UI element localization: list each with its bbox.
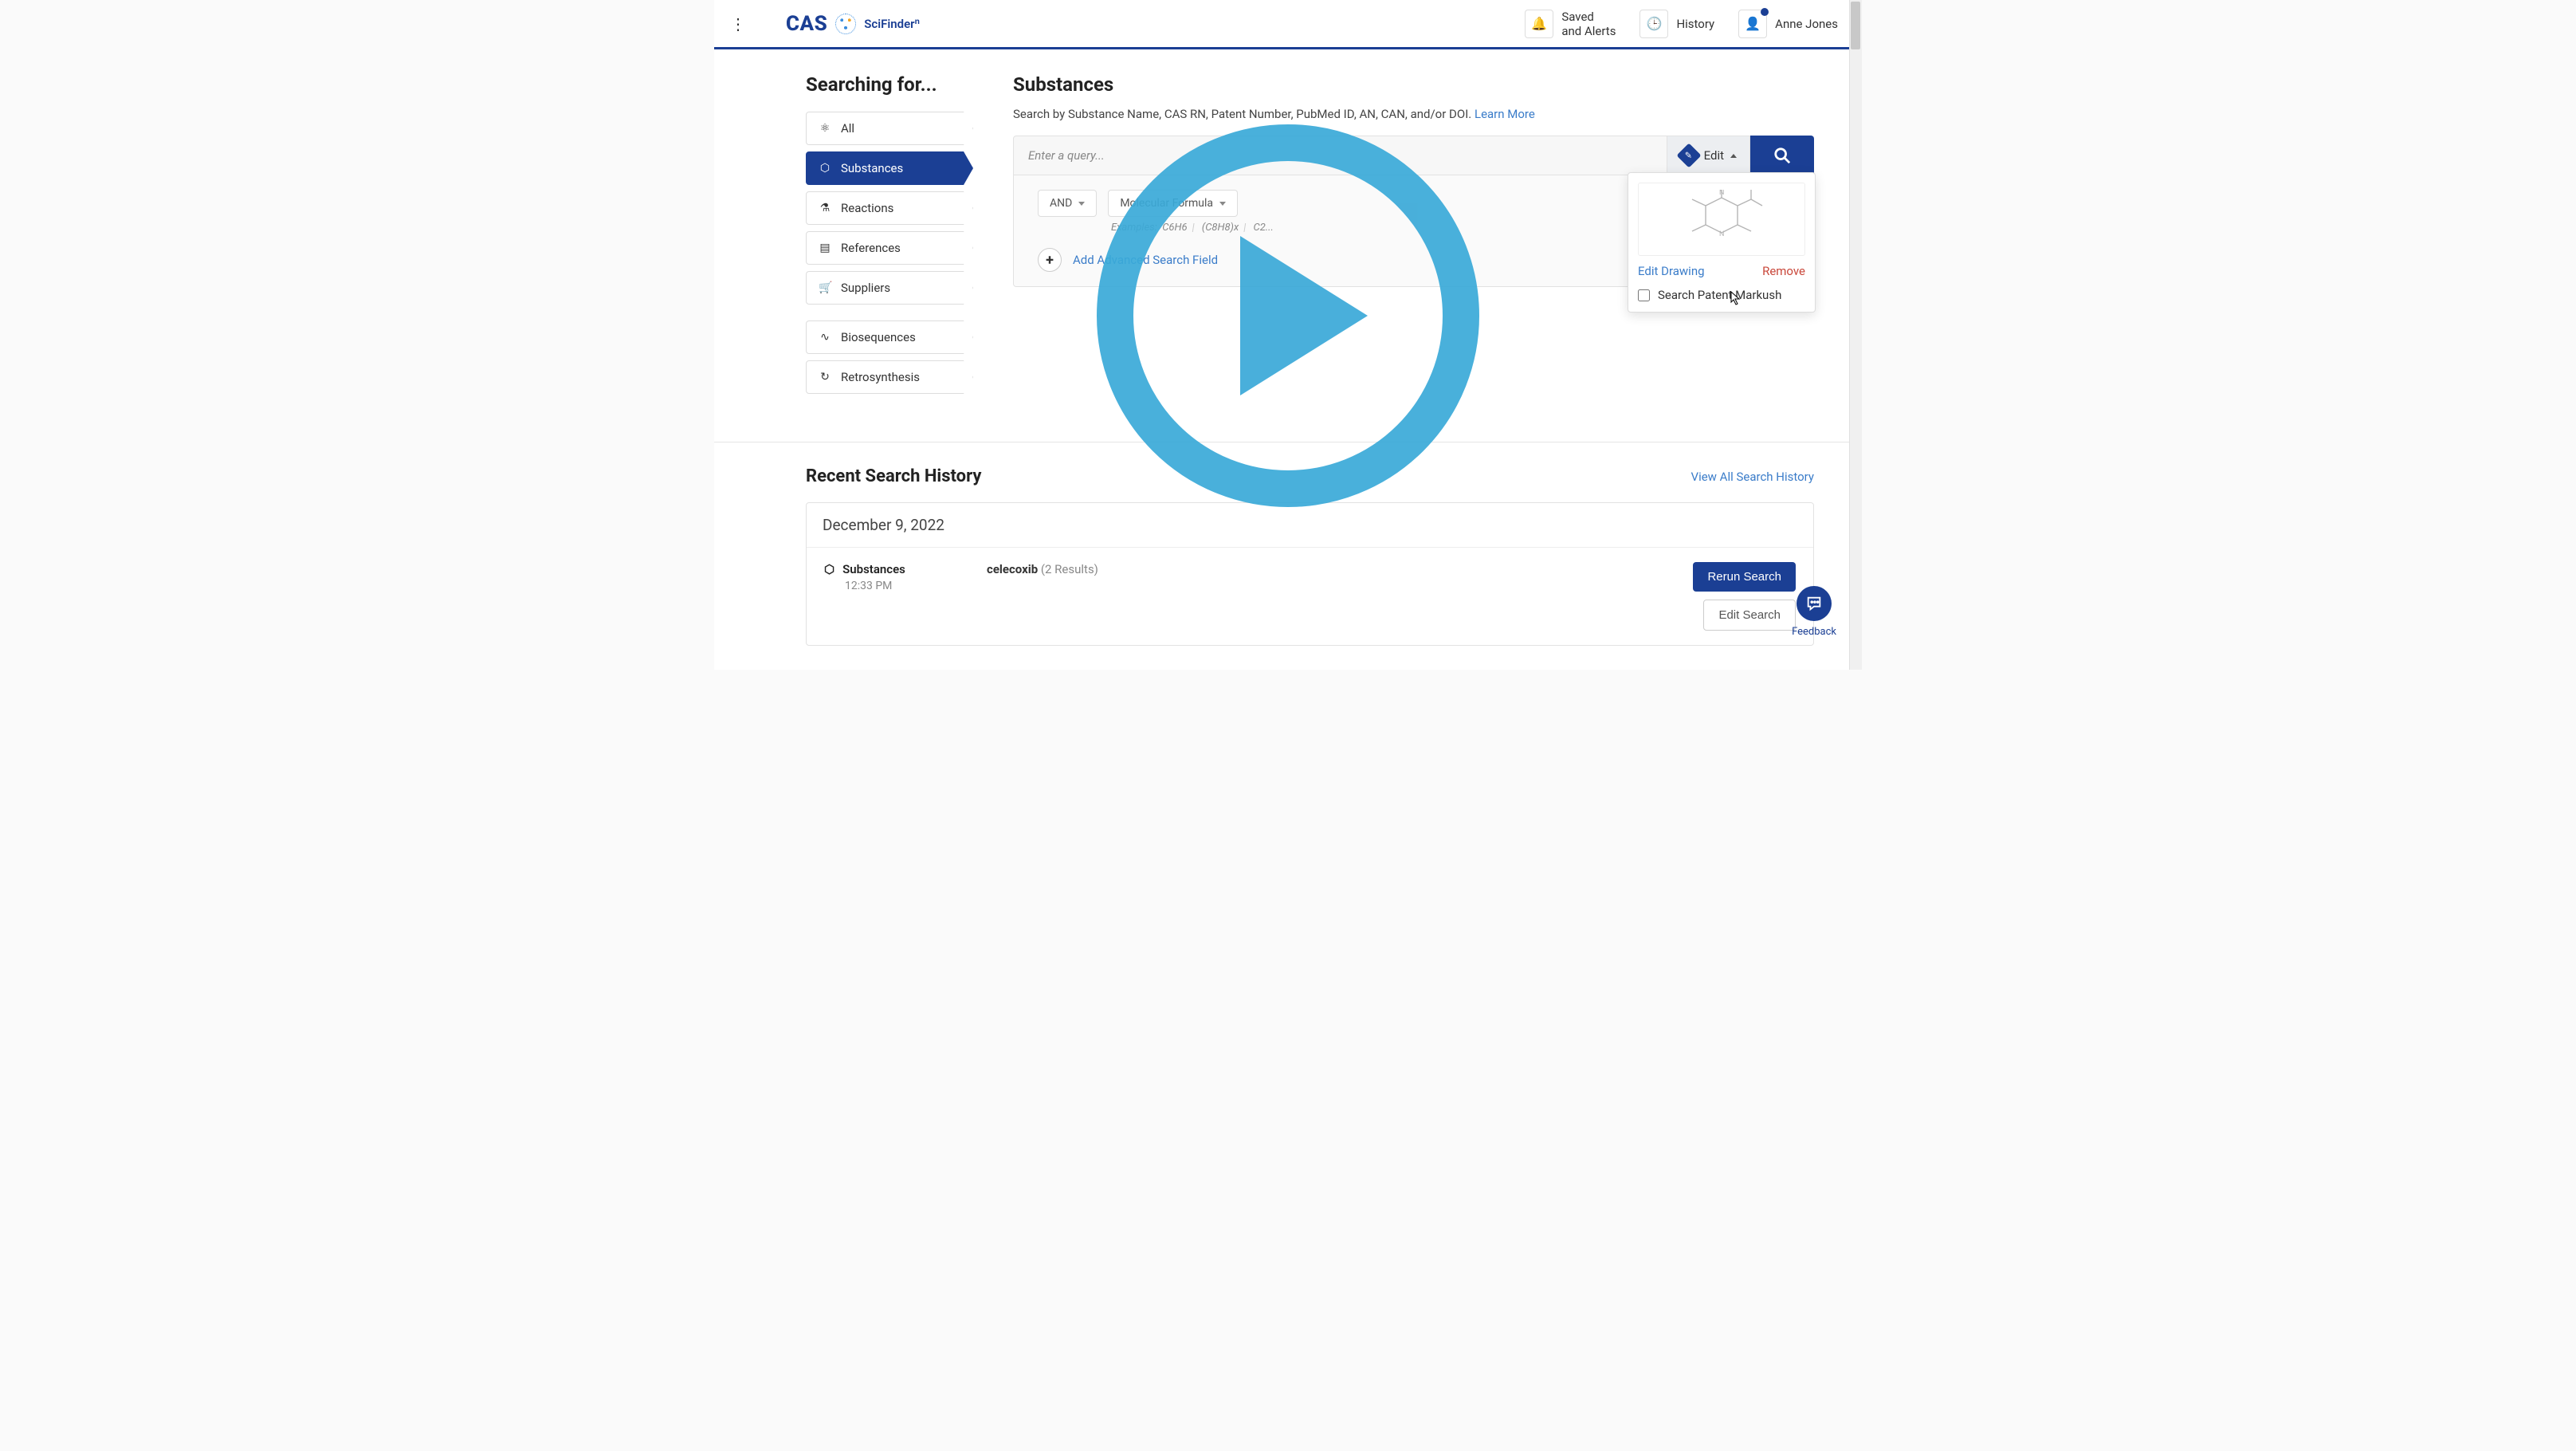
history-section: Recent Search History View All Search Hi… [714, 442, 1862, 670]
history-time: 12:33 PM [845, 580, 968, 592]
edit-drawing-link[interactable]: Edit Drawing [1638, 264, 1705, 278]
sidebar-item-label: Reactions [841, 201, 893, 215]
cursor-icon [1730, 291, 1742, 305]
sidebar-item-label: All [841, 121, 854, 136]
history-date: December 9, 2022 [807, 503, 1813, 548]
saved-alerts-label: Saved and Alerts [1561, 10, 1616, 38]
caret-down-icon [1078, 202, 1085, 206]
svg-text:N: N [1719, 190, 1724, 197]
retro-icon: ↻ [819, 371, 831, 383]
history-type: ⬡ Substances [824, 562, 968, 576]
clock-icon: 🕒 [1639, 10, 1668, 38]
sidebar-item-biosequences[interactable]: ∿ Biosequences [806, 320, 973, 354]
history-query: celecoxib (2 Results) [987, 562, 1674, 576]
sidebar-title: Searching for... [806, 73, 973, 96]
plus-icon: + [1038, 248, 1062, 272]
markush-checkbox[interactable]: Search Patent Markush [1638, 288, 1805, 302]
feedback-button[interactable]: Feedback [1792, 586, 1836, 638]
search-input[interactable]: Enter a query... [1013, 136, 1667, 175]
logo[interactable]: CAS SciFinderⁿ [786, 12, 920, 36]
sidebar-item-retrosynthesis[interactable]: ↻ Retrosynthesis [806, 360, 973, 394]
edit-search-button[interactable]: Edit Search [1703, 600, 1796, 631]
bell-icon: 🔔 [1525, 10, 1553, 38]
sidebar-item-all[interactable]: ⚛ All [806, 112, 973, 145]
logo-text: CAS [786, 12, 827, 36]
sidebar-item-suppliers[interactable]: 🛒 Suppliers [806, 271, 973, 305]
main-panel: Substances Search by Substance Name, CAS… [1013, 73, 1814, 410]
sidebar-item-label: Suppliers [841, 281, 890, 295]
remove-drawing-link[interactable]: Remove [1762, 264, 1805, 278]
field-type-dropdown[interactable]: Molecular Formula [1108, 190, 1238, 217]
sidebar-item-label: References [841, 241, 901, 255]
markush-checkbox-input[interactable] [1638, 289, 1650, 301]
sidebar-item-label: Retrosynthesis [841, 370, 920, 384]
saved-alerts-button[interactable]: 🔔 Saved and Alerts [1525, 10, 1616, 38]
logo-swirl-icon [835, 14, 856, 34]
app-menu-icon[interactable]: ⋮ [722, 14, 754, 33]
top-bar: ⋮ CAS SciFinderⁿ 🔔 Saved and Alerts 🕒 Hi… [714, 0, 1862, 49]
history-card: December 9, 2022 ⬡ Substances 12:33 PM c… [806, 502, 1814, 646]
sidebar-item-substances[interactable]: ⬡ Substances [806, 151, 973, 185]
search-row: Enter a query... ✎ Edit [1013, 136, 1814, 175]
atom-icon: ⚛ [819, 122, 831, 135]
page-description: Search by Substance Name, CAS RN, Patent… [1013, 107, 1814, 121]
history-row: ⬡ Substances 12:33 PM celecoxib (2 Resul… [807, 548, 1813, 645]
history-title: Recent Search History [806, 466, 981, 486]
edit-structure-button[interactable]: ✎ Edit [1667, 136, 1750, 175]
rerun-search-button[interactable]: Rerun Search [1693, 562, 1796, 592]
operator-dropdown[interactable]: AND [1038, 190, 1097, 217]
pencil-icon: ✎ [1676, 143, 1701, 167]
caret-up-icon [1730, 154, 1737, 158]
cart-icon: 🛒 [819, 281, 831, 294]
history-button[interactable]: 🕒 History [1639, 10, 1714, 38]
book-icon: ▤ [819, 242, 831, 254]
feedback-label: Feedback [1792, 626, 1836, 638]
structure-popup: N N Edit Drawing Remove Search Patent Ma… [1628, 172, 1816, 313]
hexagon-icon: ⬡ [819, 162, 831, 175]
dna-icon: ∿ [819, 331, 831, 344]
caret-down-icon [1219, 202, 1226, 206]
notification-dot-icon [1761, 8, 1769, 16]
sidebar-item-reactions[interactable]: ⚗ Reactions [806, 191, 973, 225]
app-name: SciFinderⁿ [864, 17, 920, 31]
sidebar-item-label: Biosequences [841, 330, 916, 344]
search-button[interactable] [1750, 136, 1814, 175]
sidebar-item-references[interactable]: ▤ References [806, 231, 973, 265]
sidebar-item-label: Substances [841, 161, 903, 175]
edit-label: Edit [1704, 148, 1724, 163]
user-icon: 👤 [1738, 10, 1767, 38]
chat-icon [1797, 586, 1832, 621]
structure-thumbnail[interactable]: N N [1638, 183, 1805, 256]
flask-icon: ⚗ [819, 202, 831, 214]
history-label: History [1676, 17, 1714, 31]
user-name: Anne Jones [1775, 17, 1838, 31]
molecule-icon: N N [1662, 190, 1781, 249]
hexagon-icon: ⬡ [824, 562, 834, 576]
add-advanced-field-button[interactable]: + Add Advanced Search Field [1038, 248, 1218, 272]
user-menu[interactable]: 👤 Anne Jones [1738, 10, 1838, 38]
svg-text:N: N [1719, 230, 1724, 238]
learn-more-link[interactable]: Learn More [1475, 107, 1535, 121]
view-all-history-link[interactable]: View All Search History [1691, 470, 1814, 484]
sidebar: Searching for... ⚛ All ⬡ Substances ⚗ Re… [806, 73, 973, 410]
search-icon [1773, 147, 1791, 164]
scrollbar[interactable] [1849, 0, 1862, 670]
page-title: Substances [1013, 73, 1814, 96]
scrollbar-thumb[interactable] [1851, 2, 1860, 49]
